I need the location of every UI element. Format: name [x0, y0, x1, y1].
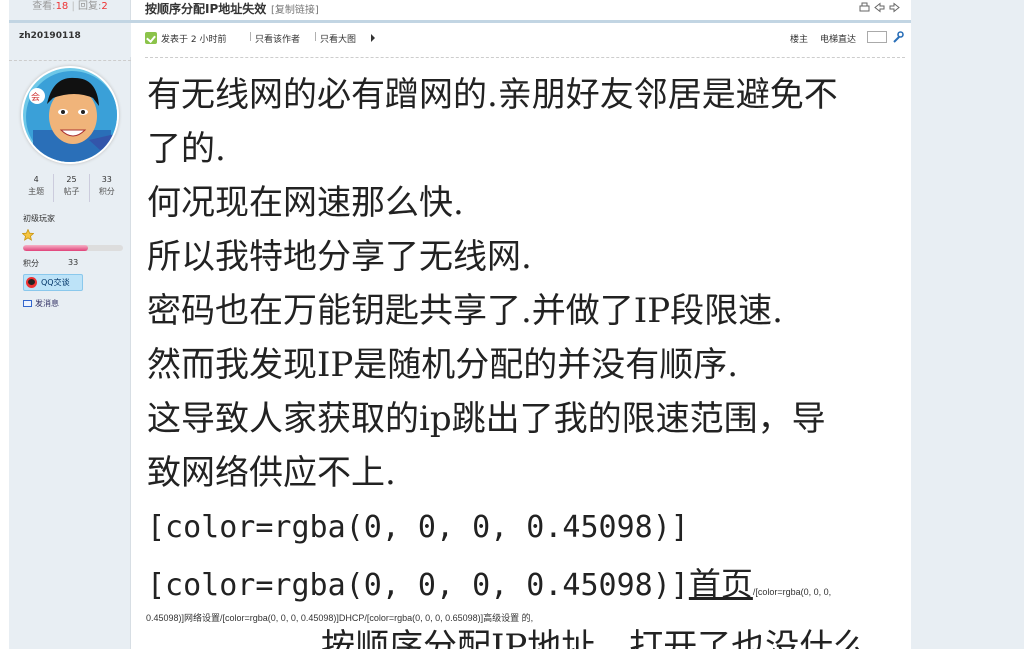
thread-tools: [859, 2, 900, 13]
points-label: 积分: [23, 259, 39, 268]
post-line: 有无线网的必有蹭网的.亲朋好友邻居是避免不: [147, 75, 838, 115]
replies-count: 2: [101, 1, 108, 12]
bbcode-line: [color=rgba(0, 0, 0, 0.45098)]: [147, 510, 689, 545]
post-line: 致网络供应不上.: [147, 453, 396, 493]
stat-value: 33: [101, 175, 112, 184]
right-margin: [911, 0, 1024, 649]
stat-label: 积分: [98, 187, 115, 196]
send-message-link[interactable]: 发消息: [23, 298, 59, 309]
post-line: 所以我特地分享了无线网.: [147, 237, 532, 277]
stat-label: 主题: [28, 187, 45, 196]
post-line: 这导致人家获取的ip跳出了我的限速范围，导: [147, 399, 826, 439]
views-label: 查看:: [32, 1, 56, 12]
thread-title[interactable]: 按顺序分配IP地址失效: [145, 0, 266, 17]
qq-icon: [26, 277, 37, 288]
print-icon[interactable]: [859, 2, 870, 13]
points-value: 33: [68, 258, 79, 267]
points-progress-fill: [23, 245, 88, 251]
elevator-input[interactable]: [867, 31, 887, 43]
post-main: 按顺序分配IP地址失效 [复制链接] 发表于 2 小时前 | 只看该作者 | 只…: [131, 0, 1024, 649]
bbcode-text: [color=rgba(0, 0, 0, 0.45098)]: [147, 568, 689, 603]
post-body: 有无线网的必有蹭网的.亲朋好友邻居是避免不 了的. 何况现在网速那么快. 所以我…: [147, 68, 907, 620]
page: 查看:18 | 回复:2 zh20190118 会 4 主题 25 帖子 33 …: [0, 0, 1024, 649]
stat-value: 4: [33, 175, 39, 184]
divider: [145, 57, 905, 58]
qq-chat-label: QQ交谈: [41, 278, 70, 287]
stat-posts[interactable]: 25 帖子: [54, 174, 90, 202]
mail-icon: [23, 300, 32, 307]
views-count: 18: [55, 1, 69, 12]
author-stats: 4 主题 25 帖子 33 积分: [19, 174, 124, 202]
author-sidebar: 查看:18 | 回复:2 zh20190118 会 4 主题 25 帖子 33 …: [9, 0, 131, 649]
divider: [131, 20, 911, 23]
thread-title-row: 按顺序分配IP地址失效 [复制链接]: [131, 0, 911, 20]
bbcode-tiny-text: /[color=rgba(0, 0, 0,: [752, 587, 832, 597]
floor-label: 楼主: [790, 35, 809, 45]
wrench-icon[interactable]: [892, 31, 904, 43]
post-line: 密码也在万能钥匙共享了.并做了IP段限速.: [147, 291, 783, 331]
post-line: 了的.: [147, 129, 226, 169]
stat-label: 帖子: [63, 187, 80, 196]
post-meta: 发表于 2 小时前 | 只看该作者 | 只看大图 楼主 电梯直达: [145, 31, 905, 47]
bbcode-tiny-line: 0.45098)]网络设置/[color=rgba(0, 0, 0, 0.450…: [146, 613, 534, 623]
points-progress-bar: [23, 245, 123, 251]
author-name[interactable]: zh20190118: [19, 31, 81, 41]
meta-separator: |: [314, 32, 318, 42]
post-line-partial: 按顺序分配IP地址。打开了也没什么: [321, 627, 868, 649]
copy-link-button[interactable]: [复制链接]: [271, 1, 319, 16]
qq-chat-button[interactable]: QQ交谈: [23, 274, 83, 291]
send-message-label: 发消息: [35, 299, 59, 308]
post-line: 何况现在网速那么快.: [147, 183, 464, 223]
star-icon: [22, 229, 34, 241]
user-rank: 初级玩家: [23, 214, 55, 223]
stat-value: 25: [66, 175, 77, 184]
divider: [9, 60, 131, 61]
meta-separator: |: [249, 32, 253, 42]
stat-threads[interactable]: 4 主题: [19, 174, 55, 202]
avatar-image: 会: [23, 68, 117, 162]
previous-thread-icon[interactable]: [874, 2, 885, 13]
only-author-link[interactable]: 只看该作者: [255, 32, 300, 45]
home-link[interactable]: 首页: [689, 565, 753, 603]
stat-points[interactable]: 33 积分: [90, 174, 124, 202]
replies-label: 回复:: [78, 1, 102, 12]
next-thread-icon[interactable]: [889, 2, 900, 13]
author-name-row: zh20190118: [9, 20, 131, 61]
post-time: 发表于 2 小时前: [161, 35, 227, 45]
thread-counts: 查看:18 | 回复:2: [32, 1, 108, 12]
post-line: 然而我发现IP是随机分配的并没有顺序.: [147, 345, 739, 385]
online-status-icon: [145, 32, 157, 44]
big-image-link[interactable]: 只看大图: [320, 32, 356, 45]
avatar[interactable]: 会: [21, 66, 119, 164]
elevator-label: 电梯直达: [820, 35, 857, 45]
svg-text:会: 会: [31, 91, 40, 103]
caret-right-icon: [371, 34, 375, 42]
